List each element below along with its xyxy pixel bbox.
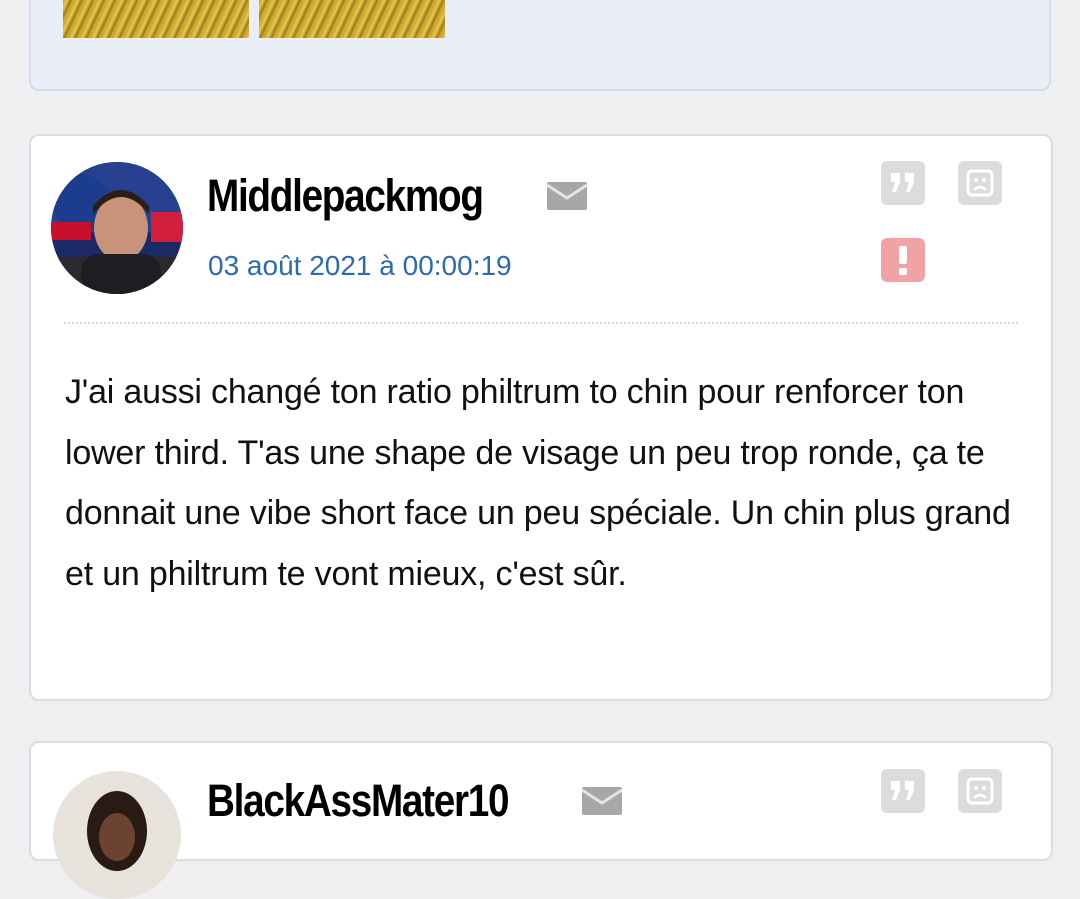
mail-icon[interactable] bbox=[581, 787, 623, 815]
post-message: J'ai aussi changé ton ratio philtrum to … bbox=[65, 373, 1011, 593]
mail-icon[interactable] bbox=[546, 182, 588, 210]
post-image-thumbnail[interactable] bbox=[63, 0, 249, 38]
avatar[interactable] bbox=[51, 162, 183, 294]
forum-post: BlackAssMater10 bbox=[29, 741, 1053, 899]
sad-face-icon[interactable] bbox=[958, 161, 1002, 205]
post-image-thumbnail[interactable] bbox=[259, 0, 445, 38]
avatar[interactable] bbox=[53, 771, 181, 899]
forum-post: Middlepackmog 03 août 2021 à 00:00:19 J'… bbox=[29, 134, 1053, 701]
quote-icon[interactable] bbox=[881, 161, 925, 205]
alert-icon[interactable] bbox=[881, 238, 925, 282]
post-divider bbox=[64, 322, 1018, 324]
post-date-link[interactable]: 03 août 2021 à 00:00:19 bbox=[208, 250, 512, 282]
username[interactable]: Middlepackmog bbox=[207, 170, 484, 222]
quote-icon[interactable] bbox=[881, 769, 925, 813]
username[interactable]: BlackAssMater10 bbox=[207, 775, 509, 827]
sad-face-icon[interactable] bbox=[958, 769, 1002, 813]
